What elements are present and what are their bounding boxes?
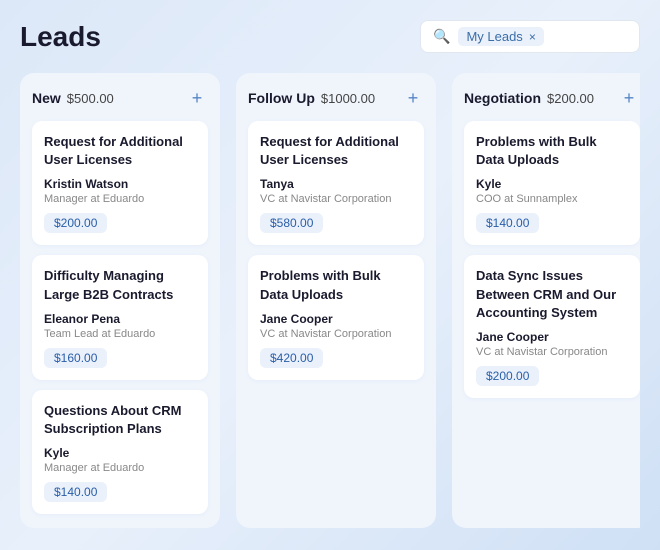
column-header-follow-up: Follow Up $1000.00 + — [248, 87, 424, 109]
card-role-follow-up-1: VC at Navistar Corporation — [260, 328, 412, 340]
card-amount-badge-negotiation-1: $200.00 — [476, 366, 628, 386]
search-bar[interactable]: 🔍 My Leads × — [420, 20, 640, 53]
filter-tag-label: My Leads — [466, 29, 522, 44]
card-role-new-1: Team Lead at Eduardo — [44, 328, 196, 340]
column-title-follow-up: Follow Up — [248, 90, 315, 106]
column-header-negotiation: Negotiation $200.00 + — [464, 87, 640, 109]
card-new-1[interactable]: Difficulty Managing Large B2B Contracts E… — [32, 255, 208, 379]
filter-tag-close-icon[interactable]: × — [529, 30, 536, 44]
card-role-follow-up-0: VC at Navistar Corporation — [260, 193, 412, 205]
column-add-button-follow-up[interactable]: + — [402, 87, 424, 109]
card-person-new-0: Kristin Watson — [44, 177, 196, 191]
card-title-new-0: Request for Additional User Licenses — [44, 133, 196, 169]
card-person-new-1: Eleanor Pena — [44, 312, 196, 326]
card-new-0[interactable]: Request for Additional User Licenses Kris… — [32, 121, 208, 245]
card-amount-badge-follow-up-1: $420.00 — [260, 348, 412, 368]
column-amount-new: $500.00 — [67, 91, 114, 106]
column-title-new: New — [32, 90, 61, 106]
card-follow-up-0[interactable]: Request for Additional User Licenses Tany… — [248, 121, 424, 245]
card-amount-badge-new-0: $200.00 — [44, 213, 196, 233]
card-role-negotiation-0: COO at Sunnamplex — [476, 193, 628, 205]
column-title-negotiation: Negotiation — [464, 90, 541, 106]
card-person-negotiation-1: Jane Cooper — [476, 330, 628, 344]
card-negotiation-1[interactable]: Data Sync Issues Between CRM and Our Acc… — [464, 255, 640, 398]
card-title-new-1: Difficulty Managing Large B2B Contracts — [44, 267, 196, 303]
card-person-negotiation-0: Kyle — [476, 177, 628, 191]
column-negotiation: Negotiation $200.00 + Problems with Bulk Da… — [452, 73, 640, 528]
filter-tag: My Leads × — [458, 27, 543, 46]
column-header-new: New $500.00 + — [32, 87, 208, 109]
card-title-follow-up-1: Problems with Bulk Data Uploads — [260, 267, 412, 303]
column-follow-up: Follow Up $1000.00 + Request for Additional… — [236, 73, 436, 528]
card-role-new-2: Manager at Eduardo — [44, 462, 196, 474]
card-negotiation-0[interactable]: Problems with Bulk Data Uploads Kyle COO a… — [464, 121, 640, 245]
card-title-follow-up-0: Request for Additional User Licenses — [260, 133, 412, 169]
page-title: Leads — [20, 21, 101, 53]
card-person-new-2: Kyle — [44, 446, 196, 460]
column-add-button-negotiation[interactable]: + — [618, 87, 640, 109]
card-amount-badge-new-2: $140.00 — [44, 482, 196, 502]
page-header: Leads 🔍 My Leads × — [20, 20, 640, 53]
column-amount-negotiation: $200.00 — [547, 91, 594, 106]
card-title-new-2: Questions About CRM Subscription Plans — [44, 402, 196, 438]
card-person-follow-up-1: Jane Cooper — [260, 312, 412, 326]
card-amount-badge-new-1: $160.00 — [44, 348, 196, 368]
card-follow-up-1[interactable]: Problems with Bulk Data Uploads Jane Coop… — [248, 255, 424, 379]
card-new-2[interactable]: Questions About CRM Subscription Plans Ky… — [32, 390, 208, 514]
search-icon: 🔍 — [433, 28, 450, 45]
column-new: New $500.00 + Request for Additional User L… — [20, 73, 220, 528]
card-title-negotiation-0: Problems with Bulk Data Uploads — [476, 133, 628, 169]
card-amount-badge-negotiation-0: $140.00 — [476, 213, 628, 233]
card-role-new-0: Manager at Eduardo — [44, 193, 196, 205]
column-add-button-new[interactable]: + — [186, 87, 208, 109]
column-amount-follow-up: $1000.00 — [321, 91, 375, 106]
card-title-negotiation-1: Data Sync Issues Between CRM and Our Acc… — [476, 267, 628, 322]
card-person-follow-up-0: Tanya — [260, 177, 412, 191]
kanban-board: New $500.00 + Request for Additional User L… — [20, 73, 640, 528]
card-role-negotiation-1: VC at Navistar Corporation — [476, 346, 628, 358]
card-amount-badge-follow-up-0: $580.00 — [260, 213, 412, 233]
